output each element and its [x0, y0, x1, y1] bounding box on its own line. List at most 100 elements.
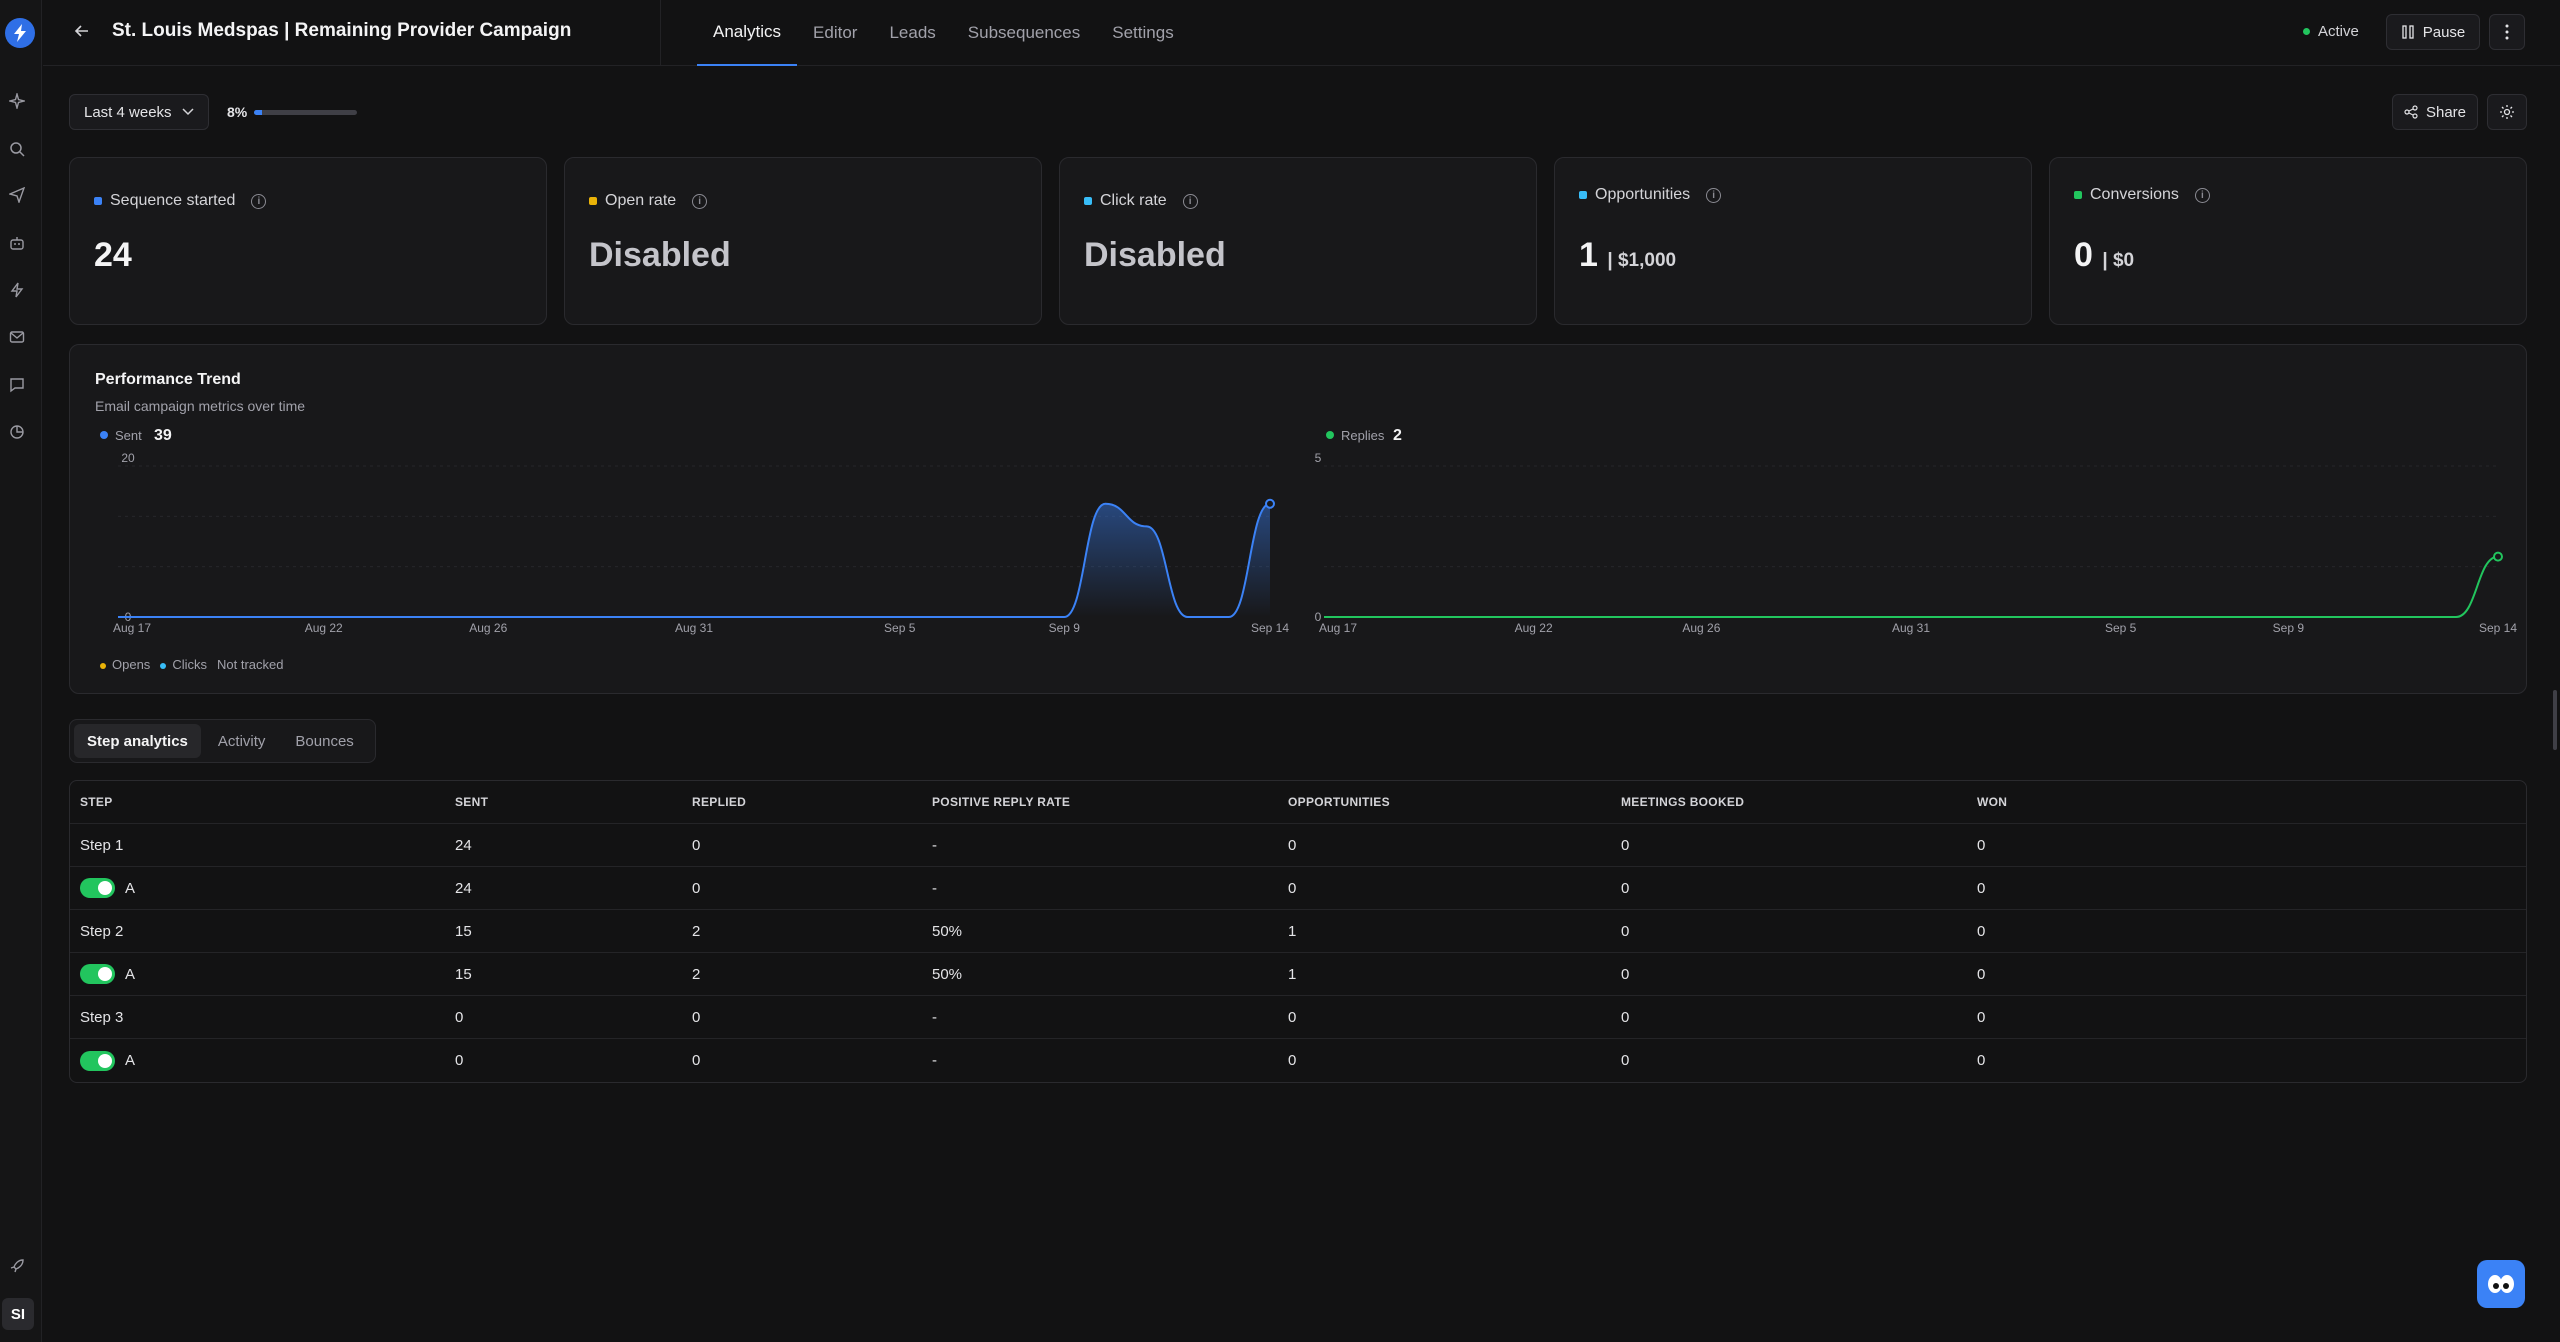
more-options-button[interactable] [2489, 14, 2525, 50]
table-cell: - [932, 836, 937, 854]
step-cell: Step 2 [80, 910, 123, 952]
bolt-icon[interactable] [8, 281, 26, 299]
info-icon[interactable]: i [2194, 187, 2210, 203]
x-tick-label: Sep 14 [2479, 621, 2517, 635]
analytics-pie-icon[interactable] [8, 423, 26, 441]
table-cell: 0 [455, 1052, 464, 1069]
column-header: SENT [455, 795, 489, 809]
tab-leads[interactable]: Leads [873, 0, 951, 66]
y-tick-label: 5 [1315, 451, 1322, 465]
pause-button[interactable]: Pause [2386, 14, 2480, 50]
app-logo-icon[interactable] [5, 18, 35, 48]
table-cell: 24 [455, 836, 472, 854]
step-label: A [125, 879, 136, 897]
card-opportunities: Opportunities i 1 | $1,000 [1554, 157, 2032, 325]
subtab-step-analytics[interactable]: Step analytics [74, 724, 201, 758]
legend-opens: Opens [100, 657, 150, 672]
legend-square-icon [1084, 197, 1092, 205]
pause-icon [2402, 25, 2414, 39]
divider [660, 0, 661, 66]
card-label: Opportunities [1595, 186, 1691, 203]
table-cell: 50% [932, 965, 963, 983]
untracked-legend: Opens Clicks Not tracked [100, 657, 283, 672]
share-button[interactable]: Share [2392, 94, 2478, 130]
card-count: 1 [1579, 236, 1598, 274]
series-total: 2 [1393, 427, 1402, 444]
user-avatar[interactable]: SI [2, 1298, 34, 1330]
x-tick-label: Aug 26 [1682, 621, 1720, 635]
legend-square-icon [589, 197, 597, 205]
step-label: Step 3 [80, 1008, 124, 1026]
scrollbar[interactable] [2553, 690, 2557, 750]
subtab-bounces[interactable]: Bounces [282, 724, 366, 758]
gear-icon [2500, 105, 2514, 119]
robot-icon[interactable] [8, 234, 26, 252]
campaign-progress-bar [254, 110, 357, 115]
series-total: 39 [154, 427, 172, 444]
card-value: Disabled [1084, 236, 1226, 274]
tab-editor[interactable]: Editor [797, 0, 873, 66]
table-cell: 2 [692, 965, 701, 983]
series-name: Replies [1341, 428, 1385, 443]
table-cell: 0 [1977, 879, 1986, 897]
table-cell: 15 [455, 965, 472, 983]
rocket-icon[interactable] [8, 1257, 26, 1275]
table-cell: 0 [692, 1008, 701, 1026]
analytics-settings-button[interactable] [2487, 94, 2527, 130]
info-icon[interactable]: i [251, 193, 267, 209]
campaign-tabs: Analytics Editor Leads Subsequences Sett… [697, 0, 1190, 66]
x-tick-label: Aug 17 [113, 621, 151, 635]
legend-square-icon [2074, 191, 2082, 199]
mail-icon[interactable] [8, 328, 26, 346]
card-value: 1 | $1,000 [1579, 236, 1676, 275]
sparkle-icon[interactable] [8, 92, 26, 110]
card-click-rate: Click rate i Disabled [1059, 157, 1537, 325]
info-icon[interactable]: i [1706, 187, 1722, 203]
table-cell: 0 [1621, 1008, 1630, 1026]
step-label: A [125, 1052, 136, 1069]
table-cell: 0 [1288, 1052, 1297, 1069]
step-label: Step 1 [80, 836, 124, 854]
x-tick-label: Aug 22 [305, 621, 343, 635]
step-cell: A [80, 953, 135, 995]
back-arrow-icon[interactable] [73, 22, 95, 44]
support-chat-button[interactable] [2477, 1260, 2525, 1308]
step-cell: Step 1 [80, 824, 123, 866]
column-header: POSITIVE REPLY RATE [932, 795, 1071, 809]
send-icon[interactable] [8, 186, 26, 204]
table-cell: 0 [1977, 965, 1986, 983]
table-cell: 50% [932, 922, 963, 940]
info-icon[interactable]: i [1182, 193, 1198, 209]
table-cell: 1 [1288, 922, 1297, 940]
variant-toggle[interactable] [80, 878, 115, 898]
info-icon[interactable]: i [692, 193, 708, 209]
tab-settings[interactable]: Settings [1096, 0, 1189, 66]
tab-subsequences[interactable]: Subsequences [952, 0, 1096, 66]
subtab-activity[interactable]: Activity [205, 724, 279, 758]
table-cell: 0 [692, 836, 701, 854]
chat-icon[interactable] [8, 376, 26, 394]
date-range-select[interactable]: Last 4 weeks [69, 94, 209, 130]
card-count: 0 [2074, 236, 2093, 274]
card-label: Conversions [2090, 186, 2179, 203]
tab-analytics[interactable]: Analytics [697, 0, 798, 66]
table-row: A 24 0 - 0 0 0 [70, 867, 2526, 910]
x-tick-label: Aug 17 [1319, 621, 1357, 635]
card-label: Click rate [1100, 192, 1167, 209]
table-row: A 0 0 - 0 0 0 [70, 1039, 2526, 1082]
share-icon [2404, 105, 2418, 119]
last-point-marker [1265, 498, 1275, 509]
variant-toggle[interactable] [80, 964, 115, 984]
column-header: STEP [80, 795, 113, 809]
x-tick-label: Sep 5 [2105, 621, 2137, 635]
card-amount: | $1,000 [1607, 250, 1677, 271]
table-cell: 0 [1288, 836, 1297, 854]
card-value: 0 | $0 [2074, 236, 2134, 275]
x-tick-label: Aug 22 [1515, 621, 1553, 635]
table-row: Step 3 0 0 - 0 0 0 [70, 996, 2526, 1039]
search-icon[interactable] [8, 140, 26, 158]
table-cell: 2 [692, 922, 701, 940]
variant-toggle[interactable] [80, 1050, 115, 1071]
x-tick-label: Aug 31 [675, 621, 713, 635]
x-tick-label: Sep 9 [2273, 621, 2305, 635]
